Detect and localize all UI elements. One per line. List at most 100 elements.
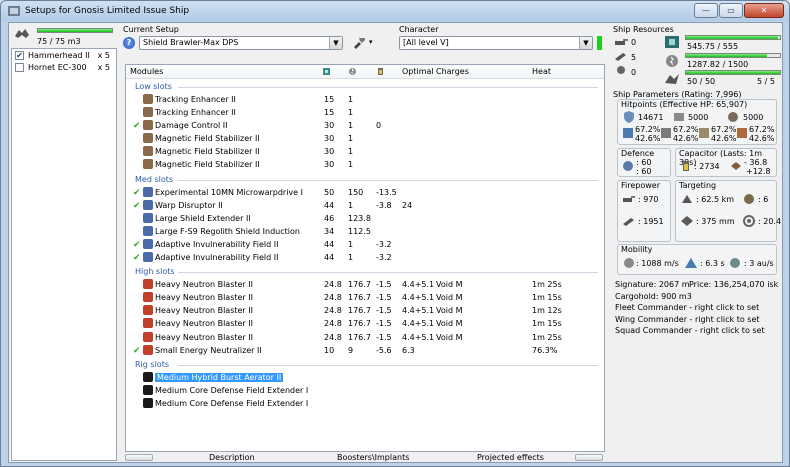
active-check-icon[interactable]: ✔ [133, 253, 141, 263]
module-row[interactable]: Magnetic Field Stabilizer II 30 1 [126, 158, 604, 171]
module-icon [143, 146, 153, 157]
modules-body: Low slots Tracking Enhancer II 15 1 Tracking… [126, 79, 604, 410]
module-row[interactable]: Heavy Neutron Blaster II 24.8 176.7 -1.5 4.4… [126, 291, 604, 304]
module-pg: 1 [348, 108, 354, 118]
module-name: Large Shield Extender II [155, 213, 251, 223]
col-optimal[interactable]: Optimal [402, 67, 434, 76]
col-modules[interactable]: Modules [130, 67, 163, 76]
character-status-indicator [597, 36, 602, 50]
active-check-icon[interactable]: ✔ [133, 121, 141, 131]
tab-grip-right[interactable] [575, 454, 603, 461]
module-cpu: 30 [324, 121, 335, 131]
module-heat: 76.3% [532, 345, 558, 355]
hull-resist-icon [699, 128, 709, 138]
wing-commander-slot[interactable]: Wing Commander - right click to set [615, 315, 760, 324]
help-icon[interactable]: ? [123, 37, 135, 49]
tab-projected-effects[interactable]: Projected effects [477, 453, 544, 462]
tools-icon[interactable] [353, 37, 367, 49]
drone-checkbox[interactable]: ✔ [15, 50, 24, 60]
tab-boosters-implants[interactable]: Boosters\Implants [337, 453, 409, 462]
title-bar[interactable]: Setups for Gnosis Limited Issue Ship — ▭… [1, 1, 789, 21]
section-high: High slots [126, 264, 604, 278]
module-row[interactable]: Large Shield Extender II 46 123.8 [126, 212, 604, 225]
module-pg: 9 [348, 345, 354, 355]
fleet-commander-slot[interactable]: Fleet Commander - right click to set [615, 303, 759, 312]
module-row[interactable]: Heavy Neutron Blaster II 24.8 176.7 -1.5 4.4… [126, 331, 604, 344]
module-icon [143, 94, 153, 104]
velocity-icon [624, 258, 634, 268]
module-name: Warp Disruptor II [155, 200, 223, 210]
module-row[interactable]: Medium Core Defense Field Extender I [126, 384, 604, 397]
capacitor-delta-top: - 36.8 [744, 158, 768, 167]
module-cap: -1.5 [376, 293, 392, 303]
module-row[interactable]: Magnetic Field Stabilizer II 30 1 [126, 132, 604, 145]
module-row[interactable]: Large F-S9 Regolith Shield Induction 34 11… [126, 225, 604, 238]
defence-bottom: : 60 [636, 167, 652, 176]
col-charges[interactable]: Charges [436, 67, 469, 76]
module-row[interactable]: ✔ Adaptive Invulnerability Field II 44 1 -3.… [126, 238, 604, 251]
firepower-volley: : 1951 [638, 217, 664, 226]
drone-quantity: x 5 [97, 50, 110, 60]
module-row[interactable]: ✔ Adaptive Invulnerability Field II 44 1 -3.… [126, 251, 604, 264]
tab-grip-left[interactable] [125, 454, 153, 461]
module-heat: 1m 12s [532, 306, 562, 316]
tools-dropdown-icon[interactable]: ▾ [369, 38, 373, 46]
module-row[interactable]: Tracking Enhancer II 15 1 [126, 93, 604, 106]
module-cpu: 44 [324, 253, 335, 263]
module-row[interactable]: Heavy Neutron Blaster II 24.8 176.7 -1.5 4.4… [126, 317, 604, 330]
module-name: Large F-S9 Regolith Shield Induction [155, 226, 300, 236]
module-row[interactable]: ✔ Experimental 10MN Microwarpdrive I 50 150… [126, 186, 604, 199]
module-icon [143, 305, 153, 316]
cargo-text: 75 / 75 m3 [37, 37, 81, 46]
targeting-sensor-strength: : 20.4 [758, 217, 782, 226]
drone-checkbox[interactable] [15, 62, 24, 72]
cargo-drone-panel: 75 / 75 m3 ✔ Hammerhead II x 5 Hornet EC-30… [11, 24, 117, 461]
col-heat[interactable]: Heat [532, 67, 551, 76]
active-check-icon[interactable]: ✔ [133, 240, 141, 250]
active-check-icon[interactable]: ✔ [133, 201, 141, 211]
character-select[interactable]: [All level V] ▼ [399, 36, 593, 50]
modules-header: Modules Optimal Charges Heat [126, 65, 604, 79]
current-setup-select[interactable]: Shield Brawler-Max DPS ▼ [139, 36, 343, 50]
module-row[interactable]: Medium Core Defense Field Extender I [126, 397, 604, 410]
active-check-icon[interactable]: ✔ [133, 346, 141, 356]
module-row[interactable]: Heavy Neutron Blaster II 24.8 176.7 -1.5 4.4… [126, 304, 604, 317]
section-divider [178, 179, 598, 181]
hitpoints-title: Hitpoints (Effective HP: 65,907) [621, 100, 748, 109]
chevron-down-icon[interactable]: ▼ [579, 37, 592, 49]
module-name: Small Energy Neutralizer II [155, 345, 262, 355]
tab-description[interactable]: Description [209, 453, 255, 462]
module-row[interactable]: Heavy Neutron Blaster II 24.8 176.7 -1.5 4.4… [126, 278, 604, 291]
module-name: Adaptive Invulnerability Field II [155, 253, 279, 263]
module-row[interactable]: Magnetic Field Stabilizer II 30 1 [126, 145, 604, 158]
drone-item[interactable]: Hornet EC-300 x 5 [12, 61, 116, 73]
maximize-button[interactable]: ▭ [719, 3, 743, 18]
shield-resist-icon [623, 128, 633, 138]
current-setup-value: Shield Brawler-Max DPS [143, 38, 239, 47]
cpu-icon[interactable] [322, 67, 331, 76]
module-row[interactable]: Medium Hybrid Burst Aerator II [126, 371, 604, 384]
module-cpu: 10 [324, 345, 335, 355]
module-cpu: 34 [324, 226, 335, 236]
drone-item[interactable]: ✔ Hammerhead II x 5 [12, 49, 116, 61]
close-button[interactable]: ✕ [744, 3, 784, 18]
active-check-icon[interactable]: ✔ [133, 188, 141, 198]
module-heat: 1m 15s [532, 293, 562, 303]
squad-commander-slot[interactable]: Squad Commander - right click to set [615, 326, 765, 335]
chevron-down-icon[interactable]: ▼ [329, 37, 342, 49]
capacitor-icon[interactable] [376, 67, 385, 76]
minimize-button[interactable]: — [694, 3, 718, 18]
module-pg: 176.7 [348, 293, 371, 303]
module-name: Heavy Neutron Blaster II [155, 293, 253, 303]
module-charges: Void M [436, 293, 463, 303]
shield-hp-icon [624, 111, 634, 123]
defence-group: Defence : 60 : 60 [617, 148, 671, 177]
powergrid-icon[interactable] [348, 67, 357, 76]
module-row[interactable]: ✔ Warp Disruptor II 44 1 -3.8 24 [126, 199, 604, 212]
module-row[interactable]: ✔ Damage Control II 30 1 0 [126, 119, 604, 132]
module-pg: 1 [348, 95, 354, 104]
module-row[interactable]: Tracking Enhancer II 15 1 [126, 106, 604, 119]
module-cpu: 24.8 [324, 280, 342, 290]
module-row[interactable]: ✔ Small Energy Neutralizer II 10 9 -5.6 6.3 76… [126, 344, 604, 357]
module-pg: 1 [348, 147, 354, 157]
